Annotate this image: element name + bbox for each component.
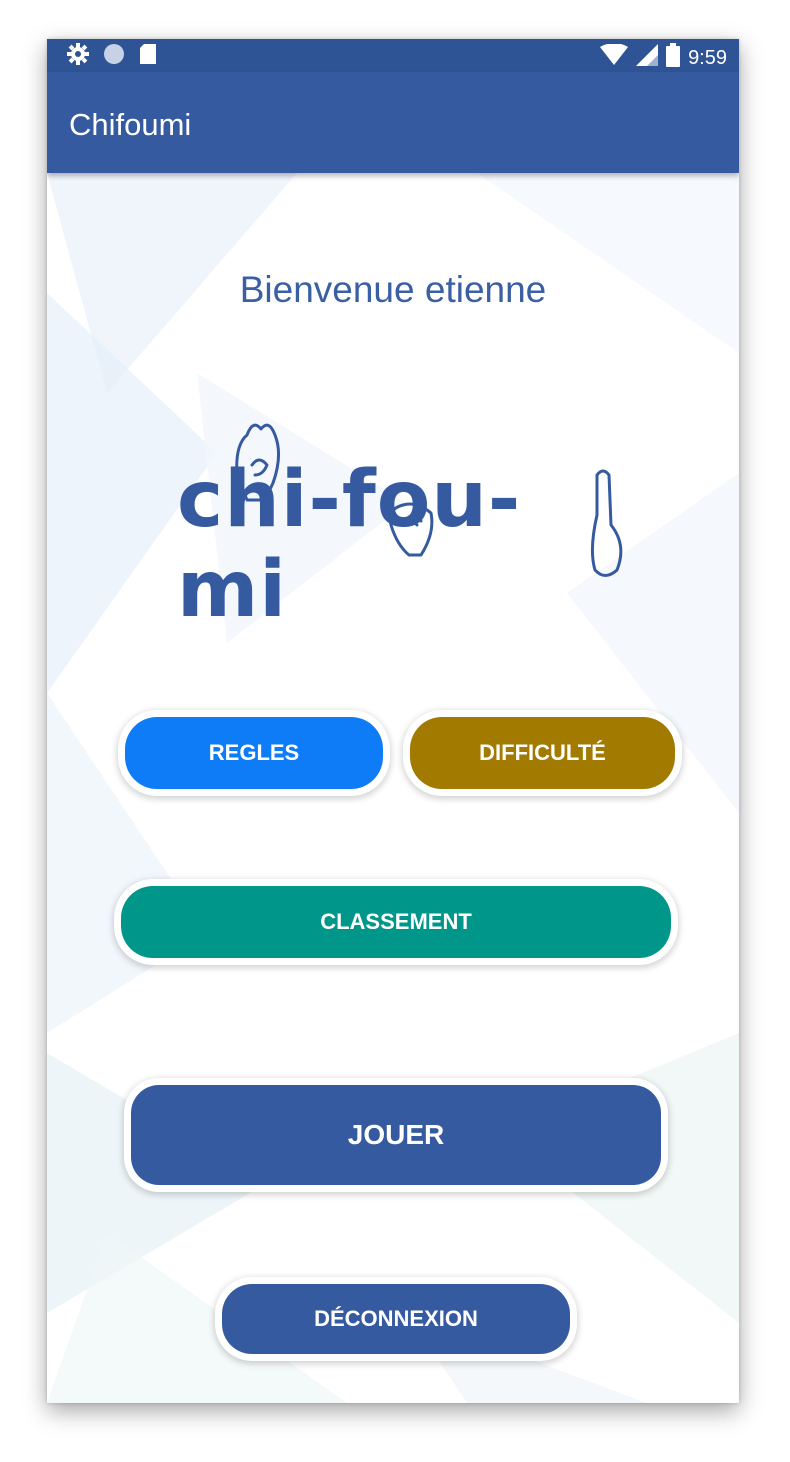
wifi-icon: [600, 43, 629, 71]
status-time: 9:59: [688, 46, 727, 69]
settings-icon: [67, 43, 89, 70]
status-left-icons: [67, 43, 157, 70]
classement-button[interactable]: CLASSEMENT: [121, 886, 671, 958]
phone-screen: 9:59 Chifoumi Bienvenue etienne chi-fou-…: [47, 39, 739, 1403]
app-title: Chifoumi: [69, 107, 192, 142]
jouer-button[interactable]: JOUER: [131, 1085, 661, 1185]
deconnexion-button[interactable]: DÉCONNEXION: [222, 1284, 570, 1354]
battery-icon: [666, 43, 681, 72]
sd-card-icon: [139, 43, 157, 70]
difficulte-button[interactable]: DIFFICULTÉ: [410, 717, 675, 789]
circle-icon: [103, 43, 125, 70]
status-right-icons: 9:59: [600, 43, 727, 72]
app-bar: Chifoumi: [47, 72, 739, 173]
hand-gestures-icon: [235, 423, 623, 577]
status-bar: 9:59: [47, 39, 739, 72]
main-content: Bienvenue etienne chi-fou-mi REGLES DIFF…: [47, 173, 739, 1403]
signal-icon: [636, 44, 659, 71]
regles-button[interactable]: REGLES: [125, 717, 383, 789]
chifoumi-logo: chi-fou-mi: [177, 405, 627, 635]
welcome-text: Bienvenue etienne: [239, 269, 547, 310]
